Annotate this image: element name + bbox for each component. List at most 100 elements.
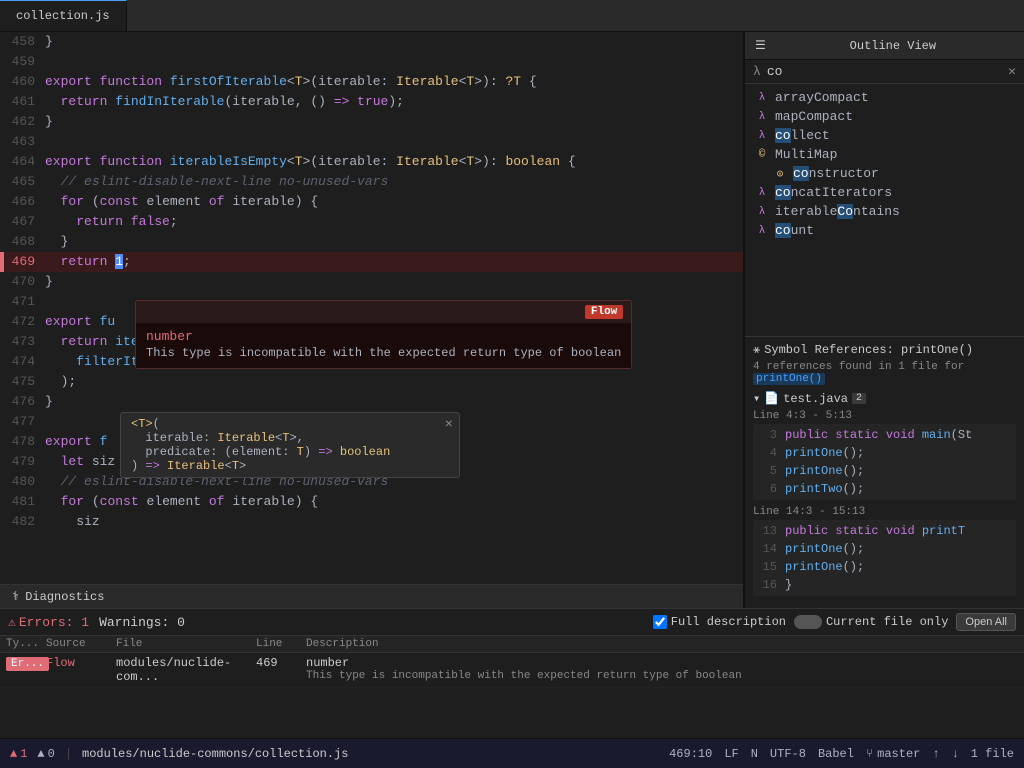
line-content: for (const element of iterable) { xyxy=(45,192,743,212)
line-number: 464 xyxy=(0,152,45,172)
outline-item-label: mapCompact xyxy=(775,109,853,124)
table-row: 482 siz xyxy=(0,512,743,532)
warnings-count: Warnings: 0 xyxy=(99,615,185,630)
line-content xyxy=(45,132,743,152)
current-file-toggle[interactable] xyxy=(794,615,822,629)
open-all-button[interactable]: Open All xyxy=(956,613,1016,631)
line-content: } xyxy=(45,232,743,252)
table-row[interactable]: Er... Flow modules/nuclide-com... 469 nu… xyxy=(0,653,1024,688)
outline-item-label: concatIterators xyxy=(775,185,892,200)
lambda-icon: λ xyxy=(755,186,769,200)
line-content: } xyxy=(785,578,792,592)
full-description-text: Full description xyxy=(671,615,786,629)
table-row: 465 // eslint-disable-next-line no-unuse… xyxy=(0,172,743,192)
diagnostics-bar: ⚕ Diagnostics xyxy=(0,584,743,608)
errors-count: ⚠ Errors: 1 xyxy=(8,615,89,630)
code-editor[interactable]: 458 } 459 460 export function firstOfIte… xyxy=(0,32,744,608)
line-content: return false; xyxy=(45,212,743,232)
error-tooltip: Flow number This type is incompatible wi… xyxy=(135,300,632,369)
table-row: 476 } xyxy=(0,392,743,412)
outline-item-count[interactable]: λ count xyxy=(745,221,1024,240)
table-row: 470 } xyxy=(0,272,743,292)
status-right: 469:10 LF N UTF-8 Babel ⑂ master ↑ ↓ 1 f… xyxy=(669,747,1014,761)
column-type: Ty... xyxy=(0,636,40,652)
gear-icon: ⊙ xyxy=(773,167,787,181)
error-triangle-icon: ▲ xyxy=(10,747,17,761)
outline-view-title: Outline View xyxy=(772,39,1014,53)
error-message: This type is incompatible with the expec… xyxy=(146,346,621,360)
diag-source: Flow xyxy=(40,653,110,673)
active-tab[interactable]: collection.js xyxy=(0,0,127,31)
outline-item-label: collect xyxy=(775,128,830,143)
line-content: for (const element of iterable) { xyxy=(45,492,743,512)
autocomplete-item[interactable]: <T>( iterable: Iterable<T>, predicate: (… xyxy=(121,413,459,477)
outline-item-label: MultiMap xyxy=(775,147,837,162)
diagnostics-section: ⚠ Errors: 1 Warnings: 0 Full description… xyxy=(0,608,1024,738)
column-source: Source xyxy=(40,636,110,652)
outline-item-collect[interactable]: λ collect xyxy=(745,126,1024,145)
line-number: 461 xyxy=(0,92,45,112)
line-number: 478 xyxy=(0,432,45,452)
flow-badge: Flow xyxy=(585,305,623,319)
symbol-references-panel: ⚹ Symbol References: printOne() 4 refere… xyxy=(745,336,1024,608)
diagnostics-icon: ⚕ xyxy=(12,589,19,604)
list-item: 14 printOne(); xyxy=(759,540,1010,558)
outline-item-multimap[interactable]: © MultiMap xyxy=(745,145,1024,164)
line-content: printTwo(); xyxy=(785,482,864,496)
file-icon: 📄 xyxy=(764,391,779,406)
line-number: 16 xyxy=(759,578,777,592)
line-number: 466 xyxy=(0,192,45,212)
list-item: 4 printOne(); xyxy=(759,444,1010,462)
full-description-checkbox[interactable] xyxy=(653,615,667,629)
line-number: 4 xyxy=(759,446,777,460)
clear-icon[interactable]: ✕ xyxy=(1008,64,1016,79)
line-number: 470 xyxy=(0,272,45,292)
outline-item-iterableContains[interactable]: λ iterableContains xyxy=(745,202,1024,221)
outline-item-constructor[interactable]: ⊙ constructor xyxy=(745,164,1024,183)
branch-name: master xyxy=(877,747,920,761)
status-filepath: modules/nuclide-commons/collection.js xyxy=(82,747,348,761)
table-row: 463 xyxy=(0,132,743,152)
symbol-refs-title: Symbol References: printOne() xyxy=(764,343,973,357)
outline-item-mapCompact[interactable]: λ mapCompact xyxy=(745,107,1024,126)
arrow-down-icon: ↓ xyxy=(952,747,959,761)
line-number: 15 xyxy=(759,560,777,574)
line-content: printOne(); xyxy=(785,446,864,460)
error-icon: ⚠ xyxy=(8,615,16,630)
table-row: 462 } xyxy=(0,112,743,132)
outline-item-arrayCompact[interactable]: λ arrayCompact xyxy=(745,88,1024,107)
symbol-refs-fn: printOne() xyxy=(753,373,825,385)
table-row: 481 for (const element of iterable) { xyxy=(0,492,743,512)
list-item: 6 printTwo(); xyxy=(759,480,1010,498)
table-row: 468 } xyxy=(0,232,743,252)
full-description-label[interactable]: Full description xyxy=(653,615,786,629)
list-item: 3 public static void main(St xyxy=(759,426,1010,444)
outline-search-box[interactable]: λ ✕ xyxy=(745,60,1024,84)
outline-item-label: count xyxy=(775,223,814,238)
separator: | xyxy=(65,747,72,761)
current-file-only-label[interactable]: Current file only xyxy=(794,615,948,629)
line-number: 477 xyxy=(0,412,45,432)
refs-file-badge: 2 xyxy=(852,393,866,404)
outline-item-concatIterators[interactable]: λ concatIterators xyxy=(745,183,1024,202)
diag-desc-main: number xyxy=(306,656,1018,670)
line-content: return findInIterable(iterable, () => tr… xyxy=(45,92,743,112)
outline-item-label: iterableContains xyxy=(775,204,900,219)
outline-search-input[interactable] xyxy=(767,64,1002,79)
line-content: } xyxy=(45,272,743,292)
line-number: 476 xyxy=(0,392,45,412)
error-tooltip-header: Flow xyxy=(136,301,631,323)
close-icon[interactable]: × xyxy=(445,417,453,433)
lambda-icon: λ xyxy=(755,91,769,105)
diag-description: number This type is incompatible with th… xyxy=(300,653,1024,685)
table-row: 458 } xyxy=(0,32,743,52)
autocomplete-text: <T>( iterable: Iterable<T>, predicate: (… xyxy=(131,417,390,473)
status-position: 469:10 xyxy=(669,747,712,761)
line-content: } xyxy=(45,392,743,412)
table-row: 467 return false; xyxy=(0,212,743,232)
table-row: 461 return findInIterable(iterable, () =… xyxy=(0,92,743,112)
list-item: 16 } xyxy=(759,576,1010,594)
refs-icon: ⚹ xyxy=(753,343,760,357)
line-number: 3 xyxy=(759,428,777,442)
lambda-icon: λ xyxy=(755,110,769,124)
